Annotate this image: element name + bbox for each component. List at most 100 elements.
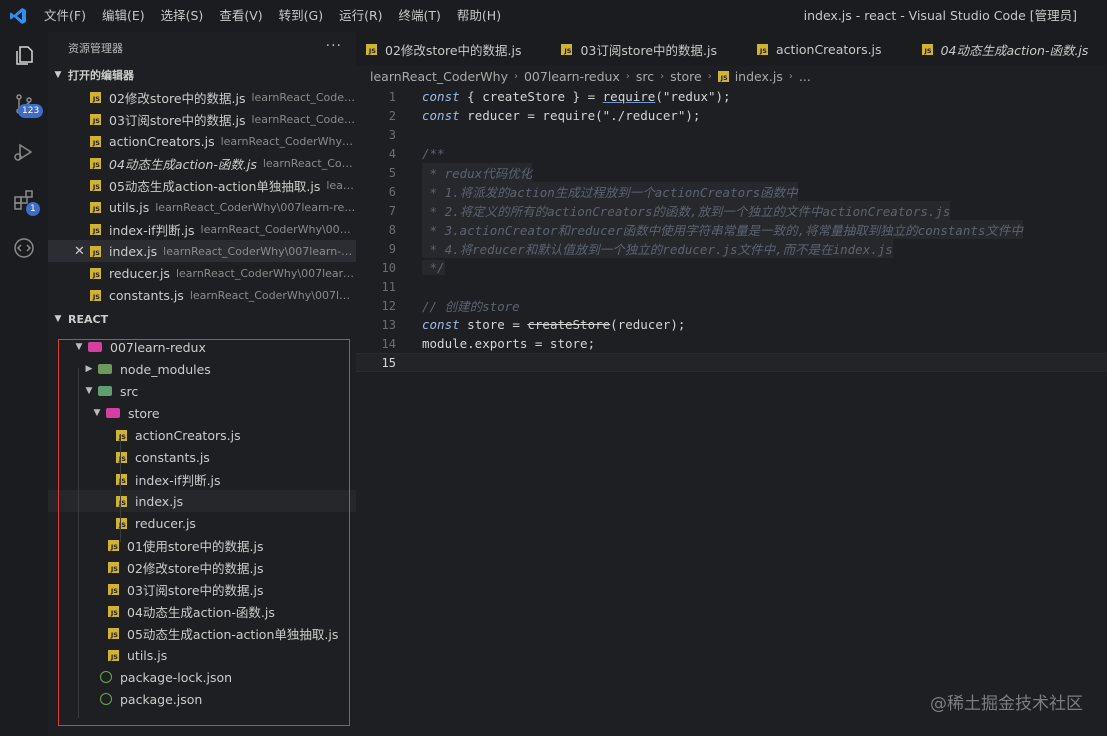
file-name: index.js <box>135 493 184 509</box>
window-title: index.js - react - Visual Studio Code [管… <box>803 8 1077 23</box>
line-number: 4 <box>388 146 396 161</box>
file-path: learnReact_Coder... <box>251 90 356 104</box>
line-number: 2 <box>388 108 396 123</box>
file-item[interactable]: JS actionCreators.js <box>48 424 356 446</box>
open-editor-item[interactable]: JS constants.js learnReact_CoderWhy\007l… <box>48 284 356 306</box>
explorer-header: 资源管理器 ··· <box>48 32 356 64</box>
folder-007learn-redux[interactable]: ▼ 007learn-redux <box>48 336 356 358</box>
file-name: actionCreators.js <box>109 133 215 149</box>
breadcrumb-item[interactable]: store <box>670 69 702 84</box>
npm-json-icon <box>100 693 112 705</box>
breadcrumb-item[interactable]: ... <box>799 69 811 84</box>
breadcrumb-item[interactable]: learnReact_CoderWhy <box>370 69 508 84</box>
file-item[interactable]: JS 01使用store中的数据.js <box>48 534 356 556</box>
open-editors-section[interactable]: ▼ 打开的编辑器 <box>48 64 356 86</box>
open-editor-item[interactable]: JS 04动态生成action-函数.js learnReact_Cod... <box>48 152 356 174</box>
breadcrumb-item[interactable]: index.js <box>735 69 783 84</box>
js-file-icon: JS <box>116 517 127 529</box>
file-item[interactable]: JS 04动态生成action-函数.js <box>48 600 356 622</box>
code-line: 8 * 3.actionCreator和reducer函数中使用字符串常量是一致… <box>356 220 1107 239</box>
file-path: learnReact_CoderWhy\007l... <box>200 222 356 236</box>
file-name: 05动态生成action-action单独抽取.js <box>127 626 339 642</box>
file-item[interactable]: package-lock.json <box>48 666 356 688</box>
code-line: 14 module.exports = store; <box>356 334 1107 353</box>
watermark: @稀土掘金技术社区 <box>930 694 1083 714</box>
open-editor-item[interactable]: JS 03订阅store中的数据.js learnReact_Coder... <box>48 108 356 130</box>
tab-label: 02修改store中的数据.js <box>385 42 522 58</box>
more-actions-icon[interactable]: ··· <box>326 38 342 54</box>
file-name: 05动态生成action-action单独抽取.js <box>109 178 321 194</box>
chevron-right-icon: ▶ <box>85 364 93 374</box>
explorer-icon[interactable] <box>0 32 48 80</box>
run-debug-icon[interactable] <box>0 128 48 176</box>
explorer-sidebar: 资源管理器 ··· ▼ 打开的编辑器 JS 02修改store中的数据.js l… <box>48 32 356 736</box>
src-folder-icon <box>98 386 112 396</box>
extensions-icon[interactable]: 1 <box>0 176 48 224</box>
tab-03[interactable]: JS 03订阅store中的数据.js <box>551 32 728 66</box>
file-name: index.js <box>109 243 158 259</box>
breadcrumb-item[interactable]: 007learn-redux <box>524 69 620 84</box>
line-number: 11 <box>381 279 396 294</box>
breadcrumb-item[interactable]: src <box>636 69 654 84</box>
file-name: constants.js <box>109 287 184 303</box>
js-file-icon: JS <box>90 135 101 147</box>
folder-name: node_modules <box>120 361 211 377</box>
menu-help[interactable]: 帮助(H) <box>449 0 509 32</box>
file-item[interactable]: JS 03订阅store中的数据.js <box>48 578 356 600</box>
js-file-icon: JS <box>108 561 119 573</box>
menu-go[interactable]: 转到(G) <box>271 0 331 32</box>
menu-view[interactable]: 查看(V) <box>211 0 270 32</box>
file-item[interactable]: JS constants.js <box>48 446 356 468</box>
source-control-icon[interactable]: 123 <box>0 80 48 128</box>
code-comment: * 2.将定义的所有的actionCreators的函数,放到一个独立的文件中a… <box>422 201 951 220</box>
menu-edit[interactable]: 编辑(E) <box>94 0 153 32</box>
open-editor-item[interactable]: JS index-if判断.js learnReact_CoderWhy\007… <box>48 218 356 240</box>
code-editor[interactable]: 1 const { createStore } = require("redux… <box>356 86 1107 736</box>
folder-store[interactable]: ▼ store <box>48 402 356 424</box>
react-folder-section[interactable]: ▼ REACT <box>48 308 356 330</box>
folder-node-modules[interactable]: ▶ node_modules <box>48 358 356 380</box>
activity-bar: 123 1 <box>0 32 48 736</box>
explorer-title: 资源管理器 <box>68 42 123 55</box>
remote-chat-icon[interactable] <box>0 224 48 272</box>
tab-02[interactable]: JS 02修改store中的数据.js <box>356 32 533 66</box>
menu-selection[interactable]: 选择(S) <box>153 0 212 32</box>
open-editor-item[interactable]: JS reducer.js learnReact_CoderWhy\007lea… <box>48 262 356 284</box>
open-editor-item-active[interactable]: ✕ JS index.js learnReact_CoderWhy\007lea… <box>48 240 356 262</box>
open-editor-item[interactable]: JS utils.js learnReact_CoderWhy\007learn… <box>48 196 356 218</box>
menu-terminal[interactable]: 终端(T) <box>391 0 449 32</box>
file-item[interactable]: JS 02修改store中的数据.js <box>48 556 356 578</box>
file-item[interactable]: JS utils.js <box>48 644 356 666</box>
close-icon[interactable]: ✕ <box>74 244 85 259</box>
folder-src[interactable]: ▼ src <box>48 380 356 402</box>
file-name: 03订阅store中的数据.js <box>109 112 246 128</box>
open-editor-item[interactable]: JS 05动态生成action-action单独抽取.js lear... <box>48 174 356 196</box>
file-item[interactable]: package.json <box>48 688 356 710</box>
file-item[interactable]: JS 05动态生成action-action单独抽取.js <box>48 622 356 644</box>
file-name: reducer.js <box>109 265 170 281</box>
menu-run[interactable]: 运行(R) <box>331 0 390 32</box>
code-line: 12 // 创建的store <box>356 296 1107 315</box>
vscode-logo-icon <box>0 0 36 32</box>
js-file-icon: JS <box>90 289 101 301</box>
code-comment: * 1.将派发的action生成过程放到一个actionCreators函数中 <box>422 182 798 201</box>
code-line: 3 <box>356 125 1107 144</box>
file-item[interactable]: JS index-if判断.js <box>48 468 356 490</box>
menu-file[interactable]: 文件(F) <box>36 0 94 32</box>
code-line-current: 15 <box>356 353 1107 372</box>
js-file-icon: JS <box>90 113 101 125</box>
file-item-active[interactable]: JS index.js <box>48 490 356 512</box>
file-path: learnReact_Cod... <box>262 156 356 170</box>
tab-label: actionCreators.js <box>775 41 882 57</box>
js-file-icon: JS <box>921 43 933 55</box>
line-number: 9 <box>388 241 396 256</box>
open-editor-item[interactable]: JS actionCreators.js learnReact_CoderWhy… <box>48 130 356 152</box>
js-file-icon: JS <box>90 245 101 257</box>
tab-04[interactable]: JS 04动态生成action-函数.js <box>912 32 1101 66</box>
file-path: learnReact_CoderWhy\007learn-redu... <box>155 200 356 214</box>
tab-actioncreators[interactable]: JS actionCreators.js <box>747 32 894 66</box>
code-line: 13 const store = createStore(reducer); <box>356 315 1107 334</box>
file-name: index-if判断.js <box>135 472 221 488</box>
file-item[interactable]: JS reducer.js <box>48 512 356 534</box>
open-editor-item[interactable]: JS 02修改store中的数据.js learnReact_Coder... <box>48 86 356 108</box>
